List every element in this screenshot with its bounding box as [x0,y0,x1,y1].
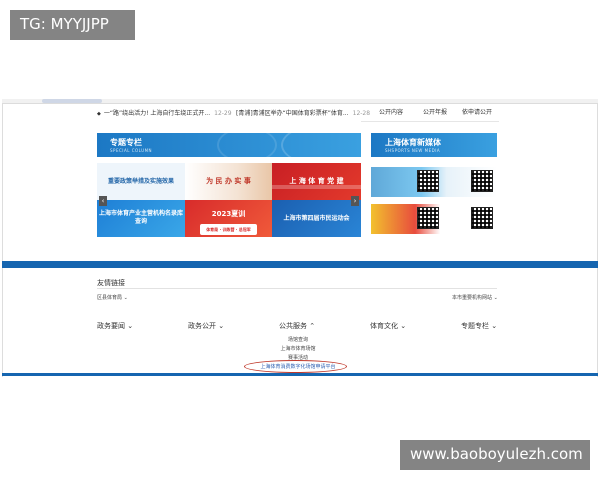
qr-code-icon [417,170,439,192]
chevron-down-icon: ⌄ [491,322,498,330]
chevron-down-icon: ⌄ [123,295,128,301]
submenu-venue-query[interactable]: 场馆查询 [243,336,353,343]
tab-underline [361,121,499,122]
special-column-subtitle: SPECIAL COLUMN [110,148,153,153]
nav-group-culture[interactable]: 体育文化 ⌄ [370,321,406,331]
url-field[interactable] [42,99,102,103]
banner-stripe [272,185,361,189]
friend-links-title: 友情链接 [97,279,125,287]
agency-select-label: 本市重要机构网站 [452,295,493,301]
news-date: 12-29 [214,110,232,117]
nav-group-disclosure[interactable]: 政务公开 ⌄ [188,321,224,331]
banner-tag: 体育局 · 训练营 · 总冠军 [200,224,257,235]
banner-label: 上海市体育产业主营机构名录库查询 [98,210,183,225]
qr-code-icon [471,207,493,229]
browser-address-bar [2,99,598,104]
carousel-prev-icon[interactable]: ‹ [99,196,107,206]
nav-group-news[interactable]: 政务要闻 ⌄ [97,321,133,331]
banner-label: 重要政策举措及实施效果 [107,178,174,185]
news-title: [青浦]青浦区举办“中国体育彩票杯”体育... [236,110,349,117]
new-media-subtitle: SHSPORTS NEW MEDIA [385,148,441,153]
qr-code-icon [417,207,439,229]
footer-band [2,373,598,376]
submenu-venues[interactable]: 上海市体育场馆 [243,345,353,352]
decor-arc [217,133,277,157]
news-item[interactable]: [青浦]青浦区举办“中国体育彩票杯”体育... 12-28 [236,108,370,122]
chevron-down-icon: ⌄ [127,322,134,330]
news-item[interactable]: ◆ 一“路”绕出活力! 上海自行车绕正式开... 12-29 [97,108,232,122]
banner-label: 上海市第四届市民运动会 [283,215,350,222]
banner-party-building[interactable]: 上 海 体 育 党 建 [272,163,361,200]
district-select[interactable]: 区县体育局 ⌄ [97,294,128,301]
section-divider-band [2,261,598,268]
banner-label: 为 民 办 实 事 [206,177,251,185]
banner-summer-training[interactable]: 2023夏训 体育局 · 训练营 · 总冠军 [185,200,272,237]
banner-for-people[interactable]: 为 民 办 实 事 [185,163,272,200]
qr-code-icon [471,170,493,192]
watermark-bottom-right: www.baoboyulezh.com [400,440,590,470]
nav-group-public-service[interactable]: 公共服务 ⌃ [279,321,315,331]
special-column-title: 专题专栏 [110,138,142,147]
chevron-down-icon: ⌄ [493,295,498,301]
nav-group-label: 专题专栏 [461,322,489,330]
banner-industry-directory[interactable]: 上海市体育产业主营机构名录库查询 [97,200,185,237]
nav-group-label: 体育文化 [370,322,398,330]
nav-group-label: 政务要闻 [97,322,125,330]
banner-label: 上 海 体 育 党 建 [289,177,344,185]
decor-arc [281,133,361,157]
nav-group-label: 政务公开 [188,322,216,330]
new-media-header: 上海体育新媒体 SHSPORTS NEW MEDIA [371,133,497,157]
banner-tag-wrap: 体育局 · 训练营 · 总冠军 [185,224,272,235]
tab-on-request[interactable]: 依申请公开 [450,106,504,120]
agency-select[interactable]: 本市重要机构网站 ⌄ [452,294,498,301]
highlight-circle [244,360,347,373]
banner-policy[interactable]: 重要政策举措及实施效果 [97,163,185,200]
district-select-label: 区县体育局 [97,295,123,301]
banner-label: 2023夏训 [211,210,246,218]
media-tile-weibo[interactable] [371,167,497,197]
news-title: 一“路”绕出活力! 上海自行车绕正式开... [103,110,211,117]
nav-group-special[interactable]: 专题专栏 ⌄ [461,321,497,331]
chevron-up-icon: ⌃ [309,322,316,330]
carousel-next-icon[interactable]: › [351,196,359,206]
watermark-top-left: TG: MYYJJPP [10,10,135,40]
friend-links-divider [97,288,497,289]
chevron-down-icon: ⌄ [218,322,225,330]
chevron-down-icon: ⌄ [400,322,407,330]
bullet-icon: ◆ [97,111,101,117]
nav-group-label: 公共服务 [279,322,307,330]
banner-citizen-games[interactable]: 上海市第四届市民运动会 [272,200,361,237]
special-column-header: 专题专栏 SPECIAL COLUMN [97,133,361,157]
media-tile-wechat[interactable] [371,204,497,234]
new-media-title: 上海体育新媒体 [385,138,441,147]
